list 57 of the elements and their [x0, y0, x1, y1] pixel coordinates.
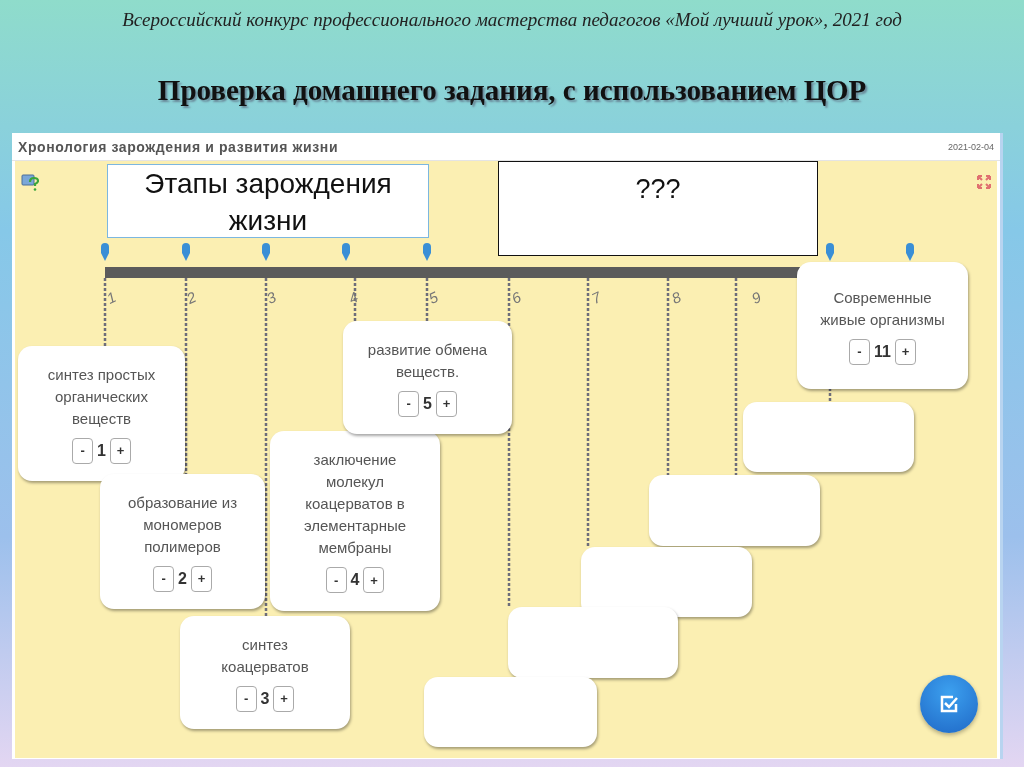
card-text: синтез коацерватов [220, 634, 310, 677]
tick-label: 6 [508, 288, 524, 307]
date-label: 2021-02-04 [947, 141, 994, 152]
pin-icon[interactable] [826, 243, 834, 261]
card-text: заключение молекул коацерватов в элементарные мембраны [302, 450, 408, 558]
card-text: развитие обмена веществ. [366, 339, 489, 382]
increment-button[interactable]: + [190, 565, 212, 592]
decrement-button[interactable]: - [398, 390, 420, 417]
counter-value: 5 [422, 394, 433, 413]
increment-button[interactable]: + [363, 567, 385, 593]
counter-value: 3 [259, 689, 271, 708]
card-text: Современные живые организмы [819, 287, 946, 330]
pin-icon[interactable] [182, 243, 190, 261]
heading-box: Этапы зарождения жизни [107, 164, 429, 238]
decrement-button[interactable]: - [849, 338, 871, 365]
decrement-button[interactable]: - [153, 565, 175, 592]
window-title: Хронология зарождения и развития жизни [18, 138, 339, 155]
string-line [103, 278, 107, 346]
increment-button[interactable]: + [894, 338, 916, 365]
tick-label: 5 [425, 288, 441, 307]
pin-icon[interactable] [906, 243, 914, 261]
counter-value: 4 [349, 571, 361, 589]
tick-label: 1 [103, 288, 119, 307]
tick-label: 8 [668, 288, 684, 307]
event-card[interactable]: развитие обмена веществ. - 5 + [343, 321, 512, 434]
tick-label: 3 [263, 288, 279, 307]
card-text: синтез простых органических веществ [46, 364, 157, 429]
pin-icon[interactable] [342, 243, 350, 261]
event-card[interactable]: заключение молекул коацерватов в элементарные мембраны - 4 + [270, 431, 440, 611]
slide-subtitle: Всероссийский конкурс профессионального мастерства педагогов «Мой лучший урок», 2021 год [121, 8, 903, 32]
pin-icon[interactable] [262, 243, 270, 261]
counter-value: 1 [96, 441, 107, 460]
tick-label: 7 [588, 288, 604, 307]
tick-label: 9 [748, 288, 764, 307]
increment-button[interactable]: + [273, 685, 295, 712]
string-line [425, 278, 429, 321]
tick-label: 2 [183, 288, 199, 307]
event-card[interactable]: синтез простых органических веществ - 1 + [18, 346, 185, 481]
event-card[interactable]: синтез коацерватов - 3 + [180, 616, 350, 729]
pin-icon[interactable] [423, 243, 431, 261]
event-card[interactable]: образование из мономеров полимеров - 2 + [100, 474, 265, 609]
decrement-button[interactable]: - [325, 567, 347, 593]
counter-value: 11 [873, 342, 892, 361]
card-text: образование из мономеров полимеров [126, 492, 239, 557]
check-button[interactable] [920, 675, 978, 733]
decrement-button[interactable]: - [235, 685, 257, 712]
question-box: ??? [498, 161, 818, 256]
fullscreen-icon[interactable] [977, 175, 991, 189]
counter-value: 2 [177, 569, 188, 588]
slide-title: Проверка домашнего задания, с использованием ЦОР [156, 74, 868, 108]
help-icon[interactable] [21, 173, 39, 191]
increment-button[interactable]: + [109, 437, 131, 464]
decrement-button[interactable]: - [72, 437, 94, 464]
pin-icon[interactable] [101, 243, 109, 261]
tick-label: 4 [345, 288, 361, 307]
increment-button[interactable]: + [435, 390, 457, 417]
event-card[interactable]: Современные живые организмы - 11 + [797, 262, 968, 389]
